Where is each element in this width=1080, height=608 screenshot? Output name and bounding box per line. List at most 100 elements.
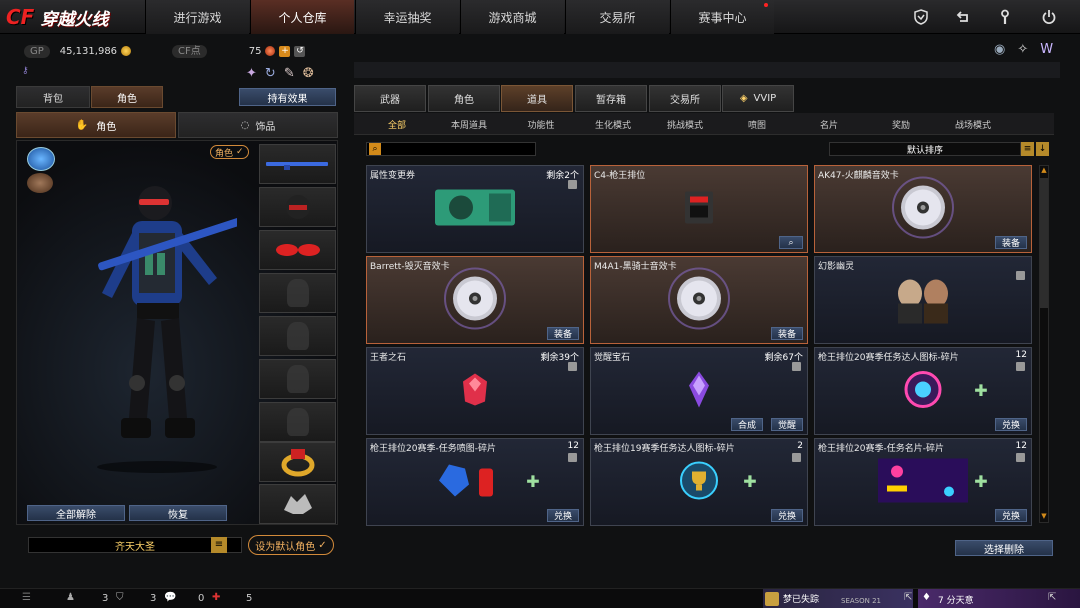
- nav-item-3[interactable]: 游戏商城: [460, 0, 564, 34]
- subtab-role[interactable]: ✋ 角色: [16, 112, 176, 138]
- slot-empty-4[interactable]: [259, 402, 336, 442]
- add-cf-button[interactable]: +: [279, 45, 291, 57]
- item-card[interactable]: 属性变更券 剩余2个: [366, 165, 584, 253]
- item-action-button[interactable]: 装备: [546, 327, 579, 340]
- inventory-tab-5[interactable]: ◈ VVIP: [722, 85, 794, 112]
- unequip-all-button[interactable]: 全部解除: [27, 505, 125, 521]
- magic-icon[interactable]: ✧: [1017, 42, 1028, 57]
- fragment-plus-icon: ✚: [743, 472, 757, 491]
- ring-icon: ◌: [240, 119, 250, 131]
- return-icon[interactable]: [950, 5, 976, 29]
- item-action-button[interactable]: 兑换: [770, 509, 803, 522]
- globe-icon[interactable]: ◉: [994, 42, 1005, 57]
- slot-glasses[interactable]: [259, 230, 336, 270]
- item-action-button[interactable]: 合成: [730, 418, 763, 431]
- item-card[interactable]: 枪王排位19赛季任务达人图标-碎片 2 ✚ 兑换: [590, 438, 808, 526]
- item-action-button[interactable]: 兑换: [994, 418, 1027, 431]
- shield-icon[interactable]: [908, 5, 934, 29]
- bag-icon[interactable]: ❂: [303, 66, 314, 81]
- team-icon[interactable]: ♟: [66, 592, 75, 603]
- select-delete-button[interactable]: 选择删除: [955, 540, 1053, 556]
- slot-weapon[interactable]: [259, 144, 336, 184]
- vip-wing-icon[interactable]: W: [1040, 42, 1053, 57]
- subtab-2[interactable]: 功能性: [508, 118, 574, 132]
- subtab-7[interactable]: 奖励: [868, 118, 934, 132]
- item-card[interactable]: 王者之石 剩余39个: [366, 347, 584, 435]
- inventory-tab-2[interactable]: 道具: [501, 85, 573, 112]
- item-card[interactable]: AK47-火麒麟音效卡 装备: [814, 165, 1032, 253]
- item-card[interactable]: 幻影幽灵: [814, 256, 1032, 344]
- item-card[interactable]: 枪王排位20赛季-任务名片-碎片 12 ✚ 兑换: [814, 438, 1032, 526]
- item-card[interactable]: 枪王排位20赛季任务达人图标-碎片 12 ✚ 兑换: [814, 347, 1032, 435]
- subtab-5[interactable]: 喷图: [724, 118, 790, 132]
- item-action-button[interactable]: 装备: [770, 327, 803, 340]
- item-card[interactable]: C4-枪王排位 ⌕: [590, 165, 808, 253]
- scroll-up-icon[interactable]: ▲: [1040, 166, 1048, 176]
- holding-effect-button[interactable]: 持有效果: [239, 88, 336, 106]
- friend-banner[interactable]: ♦ 7 分天意 ⇱: [918, 589, 1080, 608]
- subtab-3[interactable]: 生化模式: [580, 118, 646, 132]
- camp-emblem-icon[interactable]: [27, 173, 53, 193]
- slot-pet[interactable]: [259, 484, 336, 524]
- shield-small-icon[interactable]: ⛉: [116, 592, 124, 603]
- subtab-6[interactable]: 名片: [796, 118, 862, 132]
- chat-icon[interactable]: 💬: [164, 592, 176, 603]
- nav-item-5[interactable]: 赛事中心: [670, 0, 774, 34]
- sort-desc-icon[interactable]: ↓: [1036, 142, 1049, 156]
- inventory-tab-0[interactable]: 武器: [354, 85, 426, 112]
- subtab-0[interactable]: 全部: [364, 118, 430, 132]
- scroll-thumb[interactable]: [1040, 178, 1048, 308]
- subtab-accessory[interactable]: ◌ 饰品: [178, 112, 338, 138]
- power-icon[interactable]: [1036, 5, 1062, 29]
- subtab-accessory-label: 饰品: [255, 121, 276, 133]
- tab-character[interactable]: 角色: [91, 86, 163, 108]
- sort-menu-icon[interactable]: ≡: [1021, 142, 1034, 156]
- character-name-field[interactable]: 齐天大圣: [28, 537, 242, 553]
- inventory-tab-4[interactable]: 交易所: [649, 85, 721, 112]
- slot-empty-1[interactable]: [259, 273, 336, 313]
- paint-icon[interactable]: ✎: [284, 66, 295, 81]
- slot-empty-2[interactable]: [259, 316, 336, 356]
- item-action-button[interactable]: 兑换: [994, 509, 1027, 522]
- rank-emblem-icon[interactable]: [27, 147, 55, 171]
- item-card[interactable]: 觉醒宝石 剩余67个 觉醒 合成: [590, 347, 808, 435]
- restore-button[interactable]: 恢复: [129, 505, 227, 521]
- expand-icon[interactable]: ⇱: [904, 592, 912, 603]
- season-banner[interactable]: 梦已失踪 SEASON 21: [763, 589, 913, 608]
- slot-empty-3[interactable]: [259, 359, 336, 399]
- nav-item-0[interactable]: 进行游戏: [145, 0, 249, 34]
- open-icon[interactable]: ⇱: [1048, 592, 1056, 603]
- tab-backpack[interactable]: 背包: [16, 86, 90, 108]
- inventory-tab-1[interactable]: 角色: [428, 85, 500, 112]
- gift-icon[interactable]: ✦: [246, 66, 257, 81]
- sort-dropdown[interactable]: 默认排序: [829, 142, 1021, 156]
- app-logo: CF 穿越火线: [6, 2, 156, 32]
- wrench-icon[interactable]: [992, 5, 1018, 29]
- refresh-icon[interactable]: ↻: [265, 66, 276, 81]
- scrollbar[interactable]: ▲ ▼: [1039, 165, 1049, 523]
- item-card[interactable]: M4A1-黑骑士音效卡 装备: [590, 256, 808, 344]
- subtab-8[interactable]: 战场模式: [940, 118, 1006, 132]
- nav-item-4[interactable]: 交易所: [565, 0, 669, 34]
- item-action-button[interactable]: 觉醒: [770, 418, 803, 431]
- menu-icon[interactable]: ☰: [22, 592, 31, 603]
- slot-helmet[interactable]: [259, 187, 336, 227]
- search-icon[interactable]: ⌕: [779, 236, 803, 249]
- inventory-tab-3[interactable]: 暂存箱: [575, 85, 647, 112]
- item-action-button[interactable]: 装备: [994, 236, 1027, 249]
- set-default-role-button[interactable]: 设为默认角色 ✓: [248, 535, 334, 555]
- item-card[interactable]: Barrett-毁灭音效卡 装备: [366, 256, 584, 344]
- item-card[interactable]: 枪王排位20赛季-任务喷图-碎片 12 ✚ 兑换: [366, 438, 584, 526]
- search-input[interactable]: ⌕: [366, 142, 536, 156]
- gift-small-icon[interactable]: ✚: [212, 592, 220, 603]
- nav-item-1[interactable]: 个人仓库: [250, 0, 354, 34]
- item-count: 12: [1015, 350, 1027, 360]
- subtab-1[interactable]: 本周道具: [436, 118, 502, 132]
- list-menu-icon[interactable]: ≡: [211, 537, 227, 553]
- cf-history-icon[interactable]: ↺: [294, 45, 306, 57]
- slot-ring[interactable]: [259, 442, 336, 482]
- nav-item-2[interactable]: 幸运抽奖: [355, 0, 459, 34]
- item-action-button[interactable]: 兑换: [546, 509, 579, 522]
- subtab-4[interactable]: 挑战模式: [652, 118, 718, 132]
- scroll-down-icon[interactable]: ▼: [1040, 512, 1048, 522]
